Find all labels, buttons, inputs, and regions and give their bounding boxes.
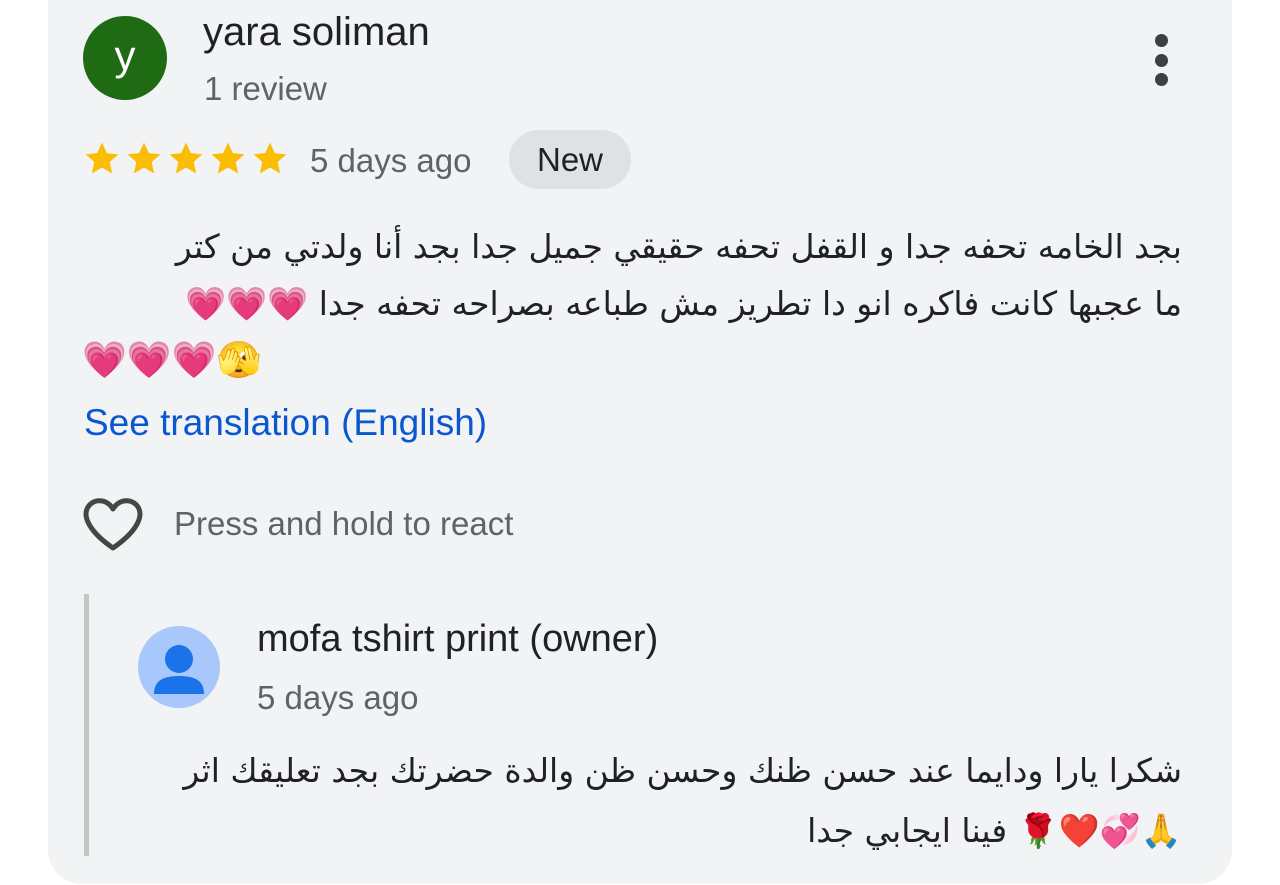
more-dot [1154, 53, 1168, 67]
reviewer-name[interactable]: yara soliman [203, 10, 430, 55]
new-badge: New [509, 130, 631, 189]
see-translation-link[interactable]: See translation (English) [84, 402, 487, 444]
owner-avatar[interactable] [138, 626, 220, 708]
star-icon [208, 139, 248, 181]
person-icon [154, 645, 204, 694]
star-icon [166, 139, 206, 181]
star-icon [124, 139, 164, 181]
more-dot [1154, 73, 1168, 86]
owner-name: mofa tshirt print (owner) [257, 618, 659, 660]
review-text-line: بجد الخامه تحفه جدا و القفل تحفه حقيقي ج… [175, 227, 1182, 266]
review-text-line: ما عجبها كانت فاكره انو دا تطريز مش طباع… [184, 284, 1182, 323]
reviewer-avatar[interactable]: y [83, 16, 167, 100]
star-icon [250, 139, 290, 181]
reply-divider [84, 594, 89, 856]
owner-reply-text: شكرا يارا ودايما عند حسن ظنك وحسن ظن وال… [136, 741, 1182, 861]
heart-outline-icon[interactable] [81, 494, 145, 554]
more-dot [1154, 34, 1168, 47]
review-text: بجد الخامه تحفه جدا و القفل تحفه حقيقي ج… [82, 218, 1182, 389]
owner-reply-date: 5 days ago [257, 679, 419, 716]
owner-reply-line: شكرا يارا ودايما عند حسن ظنك وحسن ظن وال… [183, 751, 1182, 790]
avatar-letter: y [114, 32, 136, 79]
react-label: Press and hold to react [174, 505, 514, 542]
review-count: 1 review [204, 70, 327, 107]
star-icon [82, 139, 122, 181]
owner-reply-line: 🙏💞❤️🌹 فينا ايجابي جدا [807, 811, 1182, 850]
review-text-line: 💗💗💗🫣 [82, 340, 262, 381]
review-date: 5 days ago [310, 142, 472, 179]
star-rating [82, 139, 290, 181]
more-options-icon[interactable] [1141, 30, 1181, 90]
